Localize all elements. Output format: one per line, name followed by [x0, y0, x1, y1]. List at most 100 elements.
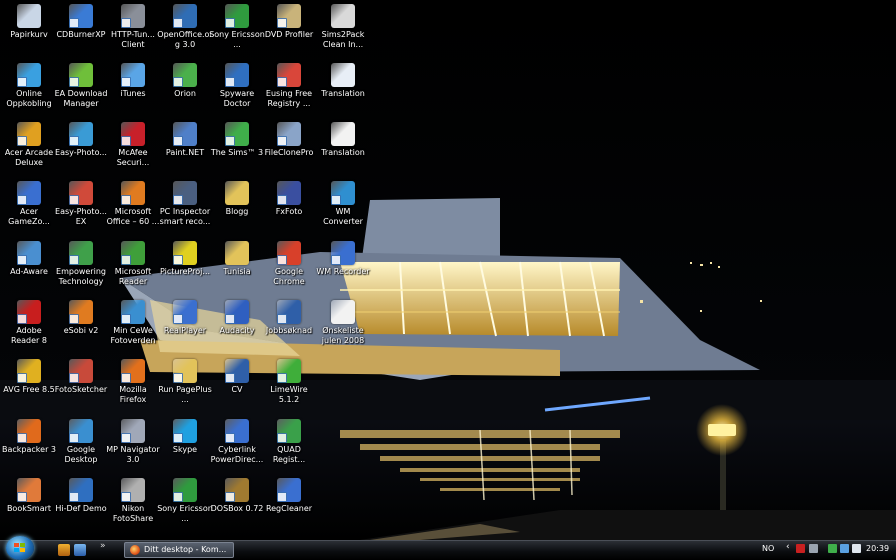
desktop-icon[interactable]: LimeWire 5.1.2 — [260, 357, 318, 405]
desktop-icon-label: Sony Ericsson ... — [209, 30, 265, 49]
desktop-icon-label: PC Inspector smart reco... — [159, 207, 211, 226]
desktop-icon[interactable]: Nikon FotoShare — [104, 476, 162, 524]
desktop-icon[interactable]: Translation — [314, 61, 372, 99]
desktop-icon-label: QUAD Regist... — [272, 445, 306, 464]
desktop-icon-label: Adobe Reader 8 — [11, 326, 47, 345]
desktop-icon[interactable]: AVG Free 8.5 — [0, 357, 58, 395]
desktop-icon[interactable]: Google Chrome — [260, 239, 318, 287]
desktop-icon[interactable]: Easy-Photo... — [52, 120, 110, 158]
desktop-icon-label: Empowering Technology — [56, 267, 106, 286]
desktop-icon[interactable]: DOSBox 0.72 — [208, 476, 266, 514]
app-icon — [69, 300, 93, 324]
show-desktop-icon[interactable] — [58, 544, 70, 556]
desktop-icon-label: Spyware Doctor — [219, 89, 255, 108]
switch-windows-icon[interactable] — [74, 544, 86, 556]
desktop-icon-label: Papirkurv — [10, 30, 48, 39]
desktop-icon[interactable]: Hi-Def Demo — [52, 476, 110, 514]
desktop-icon[interactable]: Skype — [156, 417, 214, 455]
desktop-icon[interactable]: Acer GameZo... — [0, 179, 58, 227]
desktop-icon[interactable]: FotoSketcher — [52, 357, 110, 395]
app-icon — [277, 359, 301, 383]
app-icon — [17, 122, 41, 146]
desktop-icon-label: Acer GameZo... — [8, 207, 50, 226]
quick-launch-more-chevron[interactable]: » — [100, 541, 106, 551]
desktop-icon[interactable]: EA Download Manager — [52, 61, 110, 109]
desktop-icon[interactable]: FileClonePro — [260, 120, 318, 158]
display-tray-icon[interactable] — [840, 544, 849, 553]
desktop-icon[interactable]: Eusing Free Registry ... — [260, 61, 318, 109]
desktop-icon-label: Run PagePlus ... — [158, 385, 212, 404]
show-hidden-icons-chevron[interactable]: ‹ — [786, 542, 790, 552]
clock[interactable]: 20:39 — [866, 544, 889, 553]
desktop-icon[interactable]: Mozilla Firefox — [104, 357, 162, 405]
desktop-icon[interactable]: Papirkurv — [0, 2, 58, 40]
desktop-icon[interactable]: Jobbsøknad — [260, 298, 318, 336]
desktop-icon[interactable]: Sims2Pack Clean In... — [314, 2, 372, 50]
desktop-icon[interactable]: QUAD Regist... — [260, 417, 318, 465]
desktop-icon[interactable]: Run PagePlus ... — [156, 357, 214, 405]
desktop-icon[interactable]: iTunes — [104, 61, 162, 99]
taskbar-window-firefox[interactable]: Ditt desktop - Kom... — [124, 542, 234, 558]
desktop-icon[interactable]: OpenOffice.org 3.0 — [156, 2, 214, 50]
desktop-icon[interactable]: Audacity — [208, 298, 266, 336]
desktop-icon[interactable]: McAfee Securi... — [104, 120, 162, 168]
desktop-icon[interactable]: Min CeWe Fotoverden — [104, 298, 162, 346]
desktop-icon[interactable]: BookSmart — [0, 476, 58, 514]
desktop-icon[interactable]: Translation — [314, 120, 372, 158]
desktop-icon[interactable]: MP Navigator 3.0 — [104, 417, 162, 465]
desktop-icon[interactable]: Empowering Technology — [52, 239, 110, 287]
desktop-icon[interactable]: Spyware Doctor — [208, 61, 266, 109]
desktop-icon[interactable]: Tunisia — [208, 239, 266, 277]
desktop-icon[interactable]: PictureProj... — [156, 239, 214, 277]
desktop-icon[interactable]: Orion — [156, 61, 214, 99]
desktop-icon-label: RegCleaner — [265, 504, 313, 513]
desktop-icon[interactable]: CDBurnerXP — [52, 2, 110, 40]
desktop-icon[interactable]: Paint.NET — [156, 120, 214, 158]
desktop-icon-label: Ønskeliste julen 2008 — [321, 326, 365, 345]
desktop-icon[interactable]: Ad-Aware — [0, 239, 58, 277]
desktop-icon[interactable]: Acer Arcade Deluxe — [0, 120, 58, 168]
start-button[interactable] — [6, 536, 34, 560]
desktop-icon[interactable]: Adobe Reader 8 — [0, 298, 58, 346]
app-icon — [69, 478, 93, 502]
desktop-icon[interactable]: Online Oppkobling — [0, 61, 58, 109]
desktop-icon[interactable]: eSobi v2 — [52, 298, 110, 336]
desktop-icon[interactable]: RegCleaner — [260, 476, 318, 514]
language-indicator[interactable]: NO — [762, 544, 774, 553]
desktop-icon-label: Skype — [172, 445, 198, 454]
desktop-icon[interactable]: Google Desktop — [52, 417, 110, 465]
desktop-icon[interactable]: CV — [208, 357, 266, 395]
app-tray-icon[interactable] — [809, 544, 818, 553]
app-icon — [277, 478, 301, 502]
taskbar-window-title: Ditt desktop - Kom... — [144, 545, 227, 554]
desktop-icon[interactable]: WM Converter — [314, 179, 372, 227]
desktop-icon[interactable]: RealPlayer — [156, 298, 214, 336]
volume-tray-icon[interactable] — [852, 544, 861, 553]
network-tray-icon[interactable] — [828, 544, 837, 553]
app-icon — [225, 4, 249, 28]
desktop-icon-label: eSobi v2 — [63, 326, 99, 335]
desktop-icon[interactable]: Microsoft Reader — [104, 239, 162, 287]
desktop-icon[interactable]: The Sims™ 3 — [208, 120, 266, 158]
desktop-icon[interactable]: Backpacker 3 — [0, 417, 58, 455]
desktop-icon-label: Ad-Aware — [10, 267, 48, 276]
app-icon — [277, 300, 301, 324]
desktop-icon[interactable]: WM Recorder — [314, 239, 372, 277]
desktop-icon[interactable]: DVD Profiler — [260, 2, 318, 40]
desktop-icon[interactable]: Microsoft Office – 60 ... — [104, 179, 162, 227]
desktop-icon[interactable]: Blogg — [208, 179, 266, 217]
desktop-icon[interactable]: FxFoto — [260, 179, 318, 217]
desktop-icon-label: Audacity — [219, 326, 255, 335]
desktop-icon-label: Blogg — [225, 207, 249, 216]
desktop-icon[interactable]: PC Inspector smart reco... — [156, 179, 214, 227]
desktop-icon[interactable]: Sony Ericsson ... — [156, 476, 214, 524]
desktop-icon-label: DVD Profiler — [264, 30, 314, 39]
antivirus-tray-icon[interactable] — [796, 544, 805, 553]
desktop-icon[interactable]: Cyberlink PowerDirec... — [208, 417, 266, 465]
desktop-icon[interactable]: Ønskeliste julen 2008 — [314, 298, 372, 346]
app-icon — [17, 181, 41, 205]
desktop-icon[interactable]: Sony Ericsson ... — [208, 2, 266, 50]
desktop-icon[interactable]: Easy-Photo... EX — [52, 179, 110, 227]
desktop-icon[interactable]: HTTP-Tun... Client — [104, 2, 162, 50]
app-icon — [173, 300, 197, 324]
